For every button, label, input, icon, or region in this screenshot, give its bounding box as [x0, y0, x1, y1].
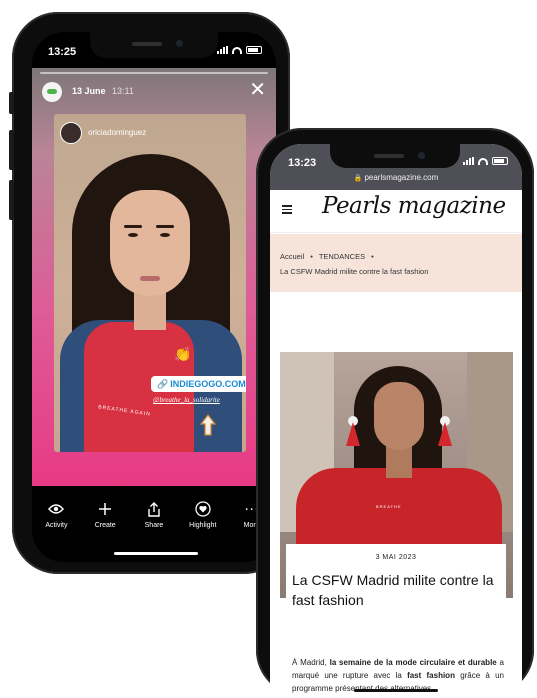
url-text: pearlsmagazine.com	[364, 173, 439, 182]
link-sticker[interactable]: 🔗 INDIEGOGO.COM	[151, 376, 246, 392]
share-button[interactable]: Share	[130, 500, 179, 544]
story-avatar[interactable]	[42, 82, 62, 102]
phone-instagram: 13:25 13 June 13:11 ✕ oriciadominguez BR…	[9, 12, 293, 574]
story-date: 13 June	[72, 86, 106, 96]
shared-username: oriciadominguez	[88, 128, 147, 137]
wifi-icon	[232, 46, 242, 54]
portrait-brow	[156, 225, 174, 228]
signal-icon	[217, 46, 228, 54]
magazine-screen: 13:23 🔒 pearlsmagazine.com Pearls magazin…	[270, 144, 522, 696]
portrait-eye	[128, 233, 138, 237]
breadcrumb-home[interactable]: Accueil	[280, 252, 304, 261]
share-icon	[130, 500, 179, 518]
activity-eye-icon	[32, 500, 81, 518]
status-bar: 13:25	[32, 32, 276, 68]
activity-label: Activity	[45, 522, 68, 529]
highlight-button[interactable]: Highlight	[178, 500, 227, 544]
story-toolbar: Activity Create Share Highlight ··· More	[32, 500, 276, 544]
status-time: 13:23	[288, 157, 317, 169]
plus-icon	[81, 500, 130, 518]
status-time: 13:25	[48, 46, 77, 58]
hero-face	[374, 382, 424, 450]
address-bar[interactable]: 🔒 pearlsmagazine.com	[270, 173, 522, 182]
link-icon: 🔗	[157, 379, 169, 389]
status-icons	[463, 157, 508, 165]
volume-down-button	[9, 180, 14, 220]
hamburger-menu-icon[interactable]	[282, 205, 292, 214]
portrait-eye	[160, 233, 170, 237]
article-title: La CSFW Madrid milite contre la fast fas…	[292, 572, 494, 608]
clapping-hands-sticker-icon: 👏	[174, 346, 192, 362]
hero-shirt-print: BREATHE	[376, 504, 402, 509]
signal-icon	[463, 157, 474, 165]
close-icon[interactable]: ✕	[249, 80, 266, 100]
mention-sticker[interactable]: @breathe_la_solidarite	[153, 396, 220, 404]
notch	[330, 144, 460, 168]
article-date: 3 MAI 2023	[375, 554, 417, 561]
battery-icon	[246, 46, 262, 54]
story-header: 13 June 13:11 ✕	[42, 80, 266, 106]
battery-icon	[492, 157, 508, 165]
status-icons	[217, 46, 262, 54]
wifi-icon	[478, 157, 488, 165]
browser-top-bar: 13:23 🔒 pearlsmagazine.com	[270, 144, 522, 190]
portrait-lips	[140, 276, 160, 281]
lock-icon: 🔒	[353, 175, 363, 182]
highlight-label: Highlight	[189, 522, 217, 529]
body-bold-1: la semaine de la mode circulaire et dura…	[329, 658, 497, 667]
story-progress-bar	[40, 72, 268, 74]
notch	[90, 32, 218, 58]
highlight-heart-icon	[178, 500, 227, 518]
mute-switch	[9, 92, 14, 114]
volume-up-button	[9, 130, 14, 170]
breadcrumb-path: Accueil • TENDANCES •	[280, 252, 374, 261]
shared-story-card[interactable]: oriciadominguez BREATHE AGAIN 👏 🔗 INDIEGO…	[54, 114, 246, 452]
story-time: 13:11	[112, 86, 134, 96]
share-label: Share	[144, 522, 164, 529]
body-bold-2: fast fashion	[407, 671, 455, 680]
activity-button[interactable]: Activity	[32, 500, 81, 544]
home-indicator[interactable]	[114, 552, 198, 555]
breadcrumb-section[interactable]: TENDANCES	[319, 252, 365, 261]
portrait-brow	[124, 225, 142, 228]
article-title-card: 3 MAI 2023 La CSFW Madrid milite contre …	[286, 544, 506, 640]
body-text-1: À Madrid,	[292, 658, 330, 667]
link-sticker-label: INDIEGOGO.COM	[170, 379, 246, 389]
home-indicator[interactable]	[354, 689, 438, 692]
instagram-screen: 13:25 13 June 13:11 ✕ oriciadominguez BR…	[32, 32, 276, 562]
create-button[interactable]: Create	[81, 500, 130, 544]
arrow-up-sticker-icon	[200, 414, 216, 436]
phone-magazine: 13:23 🔒 pearlsmagazine.com Pearls magazin…	[256, 128, 534, 696]
breadcrumb: Accueil • TENDANCES • La CSFW Madrid milite…	[270, 234, 522, 292]
breadcrumb-current: La CSFW Madrid milite contre la fast fas…	[280, 267, 429, 276]
site-header: Pearls magazine	[270, 190, 522, 233]
site-logo[interactable]: Pearls magazine	[322, 193, 506, 219]
create-label: Create	[94, 522, 116, 529]
shared-user-avatar	[60, 122, 82, 144]
